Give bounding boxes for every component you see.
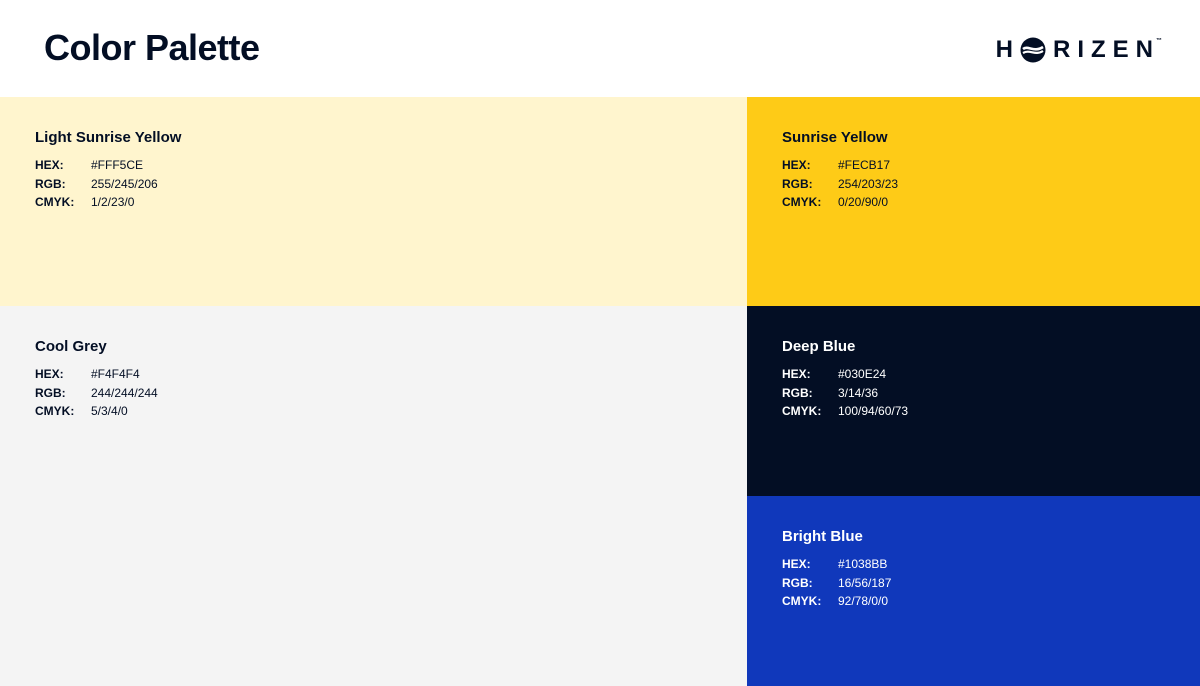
swatch-name: Cool Grey — [35, 338, 107, 355]
rgb-row: RGB: 254/203/23 — [782, 175, 1200, 194]
cmyk-row: CMYK: 5/3/4/0 — [35, 402, 747, 421]
rgb-row: RGB: 244/244/244 — [35, 384, 747, 403]
hex-label: HEX: — [782, 158, 811, 172]
swatch-name: Deep Blue — [782, 338, 856, 355]
hex-value: #FECB17 — [838, 158, 891, 172]
rgb-label: RGB: — [35, 385, 66, 400]
swatch-light-sunrise-yellow: Light Sunrise Yellow HEX: #FFF5CE RGB: 2… — [0, 97, 747, 306]
header: Color Palette H RIZEN ™ — [0, 0, 1200, 97]
rgb-label: RGB: — [35, 176, 66, 191]
cmyk-label: CMYK: — [35, 195, 75, 209]
swatch-sunrise-yellow: Sunrise Yellow HEX: #FECB17 RGB: 254/203… — [747, 97, 1200, 306]
swatch-bright-blue: Bright Blue HEX: #1038BB RGB: 16/56/187 … — [747, 496, 1200, 686]
cmyk-label: CMYK: — [782, 195, 822, 209]
hex-row: HEX: #1038BB — [782, 555, 1200, 574]
swatch-deep-blue: Deep Blue HEX: #030E24 RGB: 3/14/36 CMYK… — [747, 306, 1200, 496]
cmyk-value: 5/3/4/0 — [91, 404, 128, 418]
cmyk-label: CMYK: — [35, 404, 75, 418]
rgb-value: 255/245/206 — [91, 176, 158, 191]
rgb-value: 244/244/244 — [91, 385, 158, 400]
cmyk-label: CMYK: — [782, 404, 822, 418]
hex-row: HEX: #F4F4F4 — [35, 365, 747, 384]
horizen-logo: H RIZEN ™ — [996, 36, 1162, 64]
hex-value: #1038BB — [838, 557, 888, 571]
swatch-name: Sunrise Yellow — [782, 129, 888, 146]
rgb-row: RGB: 3/14/36 — [782, 384, 1200, 403]
rgb-row: RGB: 16/56/187 — [782, 574, 1200, 593]
cmyk-value: 0/20/90/0 — [838, 195, 889, 209]
hex-row: HEX: #030E24 — [782, 365, 1200, 384]
rgb-value: 254/203/23 — [838, 176, 899, 191]
rgb-value: 16/56/187 — [838, 575, 892, 590]
hex-row: HEX: #FFF5CE — [35, 156, 747, 175]
hex-label: HEX: — [782, 367, 811, 381]
hex-value: #F4F4F4 — [91, 367, 140, 381]
hex-label: HEX: — [35, 367, 64, 381]
cmyk-row: CMYK: 100/94/60/73 — [782, 402, 1200, 421]
rgb-label: RGB: — [782, 575, 813, 590]
rgb-row: RGB: 255/245/206 — [35, 175, 747, 194]
cmyk-value: 100/94/60/73 — [838, 404, 909, 418]
page-title: Color Palette — [44, 27, 260, 68]
rgb-label: RGB: — [782, 385, 813, 400]
swatch-name: Light Sunrise Yellow — [35, 129, 182, 146]
trademark-mark: ™ — [1156, 38, 1162, 44]
rgb-value: 3/14/36 — [838, 385, 879, 400]
swatch-cool-grey: Cool Grey HEX: #F4F4F4 RGB: 244/244/244 … — [0, 306, 747, 686]
hex-row: HEX: #FECB17 — [782, 156, 1200, 175]
cmyk-row: CMYK: 0/20/90/0 — [782, 193, 1200, 212]
hex-label: HEX: — [782, 557, 811, 571]
swatch-name: Bright Blue — [782, 528, 863, 545]
cmyk-row: CMYK: 92/78/0/0 — [782, 592, 1200, 611]
rgb-label: RGB: — [782, 176, 813, 191]
cmyk-value: 92/78/0/0 — [838, 594, 889, 608]
cmyk-row: CMYK: 1/2/23/0 — [35, 193, 747, 212]
logo-letters-rizen: RIZEN — [1053, 36, 1160, 63]
horizen-o-icon — [1020, 37, 1046, 63]
hex-value: #030E24 — [838, 367, 887, 381]
hex-label: HEX: — [35, 158, 64, 172]
hex-value: #FFF5CE — [91, 158, 144, 172]
cmyk-label: CMYK: — [782, 594, 822, 608]
cmyk-value: 1/2/23/0 — [91, 195, 135, 209]
logo-letter-h: H — [995, 36, 1020, 63]
